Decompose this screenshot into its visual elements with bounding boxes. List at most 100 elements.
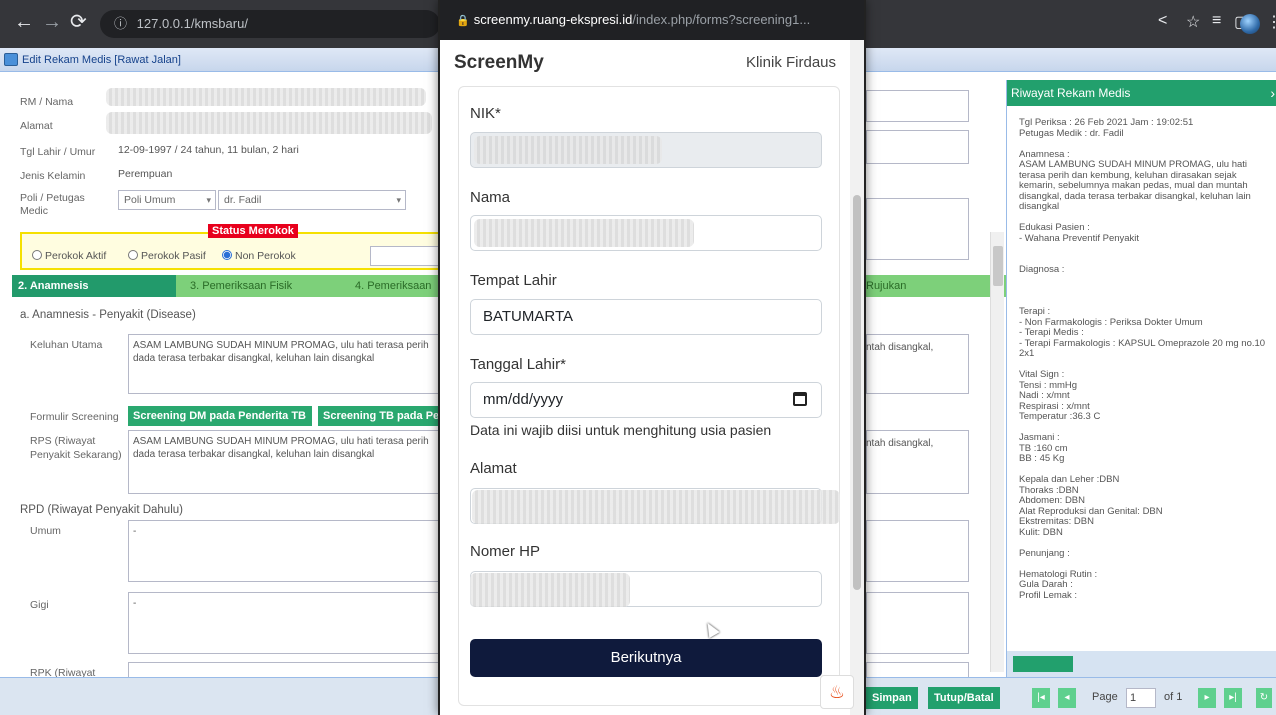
keluhan-textarea[interactable]: ASAM LAMBUNG SUDAH MINUM PROMAG, ulu hat… bbox=[128, 334, 440, 394]
gigi-textarea[interactable]: - bbox=[128, 592, 440, 654]
tab-pemeriksaan[interactable]: 4. Pemeriksaan bbox=[355, 275, 431, 297]
bookmark-star-icon[interactable]: ☆ bbox=[1186, 12, 1200, 32]
screening-dm-button[interactable]: Screening DM pada Penderita TB bbox=[128, 406, 312, 426]
umum-textarea[interactable]: - bbox=[128, 520, 440, 582]
refresh-icon[interactable]: ↻ bbox=[1256, 688, 1272, 708]
radio-perokok-pasif[interactable]: Perokok Pasif bbox=[128, 250, 206, 262]
popup-url-host: screenmy.ruang-ekspresi.id bbox=[473, 12, 633, 27]
info-icon: ⓘ bbox=[114, 16, 128, 31]
rpk-textarea-right[interactable] bbox=[866, 662, 969, 677]
address-url: 127.0.0.1/kmsbaru/ bbox=[136, 16, 248, 31]
gigi-label: Gigi bbox=[30, 599, 49, 611]
history-panel-header: Riwayat Rekam Medis › bbox=[1007, 80, 1276, 106]
window-title-text: Edit Rekam Medis [Rawat Jalan] bbox=[22, 54, 181, 66]
jk-label: Jenis Kelamin bbox=[20, 170, 86, 182]
page-label: Page bbox=[1092, 691, 1118, 703]
first-page-icon[interactable]: |◂ bbox=[1032, 688, 1050, 708]
radio-icon bbox=[128, 250, 138, 260]
umum-label: Umum bbox=[30, 525, 61, 537]
nik-label: NIK* bbox=[470, 105, 501, 122]
popup-scrollbar-thumb[interactable] bbox=[853, 195, 861, 590]
popup-url-path: /index.php/forms?screening1... bbox=[632, 12, 811, 27]
right-input-1[interactable] bbox=[866, 90, 969, 122]
reload-icon[interactable]: ⟳ bbox=[70, 12, 87, 32]
smoking-status-group: Status Merokok Perokok Aktif Perokok Pas… bbox=[20, 224, 440, 270]
form-tabs: 2. Anamnesis 3. Pemeriksaan Fisik 4. Pem… bbox=[12, 275, 440, 297]
tab-pemeriksaan-fisik[interactable]: 3. Pemeriksaan Fisik bbox=[190, 275, 292, 297]
clinic-name: Klinik Firdaus bbox=[745, 54, 836, 71]
alamat-label-popup: Alamat bbox=[470, 460, 517, 477]
flame-icon[interactable]: ♨ bbox=[820, 675, 854, 709]
history-panel-footer bbox=[1007, 651, 1276, 677]
nama-label: Nama bbox=[470, 189, 511, 206]
berikutnya-button[interactable]: Berikutnya bbox=[470, 639, 822, 677]
chevron-down-icon: ▾ bbox=[396, 195, 401, 205]
form-scrollbar[interactable] bbox=[990, 232, 1004, 672]
history-record-text: Tgl Periksa : 26 Feb 2021 Jam : 19:02:51… bbox=[1019, 117, 1266, 601]
simpan-button[interactable]: Simpan bbox=[866, 687, 918, 709]
profile-avatar-icon[interactable] bbox=[1240, 14, 1260, 34]
redacted-alamat-popup bbox=[472, 490, 840, 524]
calendar-icon[interactable] bbox=[793, 392, 807, 406]
petugas-select[interactable]: dr. Fadil ▾ bbox=[218, 190, 406, 210]
rps-textarea[interactable]: ASAM LAMBUNG SUDAH MINUM PROMAG, ulu hat… bbox=[128, 430, 440, 494]
redacted-nama bbox=[474, 219, 694, 247]
keluhan-label: Keluhan Utama bbox=[30, 339, 103, 351]
nomer-hp-label: Nomer HP bbox=[470, 543, 541, 560]
forward-icon[interactable]: → bbox=[42, 12, 62, 32]
right-input-2[interactable] bbox=[866, 130, 969, 164]
jk-value: Perempuan bbox=[118, 168, 173, 180]
last-page-icon[interactable]: ▸| bbox=[1224, 688, 1242, 708]
form-right-column: Rujukan ntah disangkal, ntah disangkal, bbox=[866, 72, 1006, 677]
next-page-icon[interactable]: ▸ bbox=[1198, 688, 1216, 708]
tab-anamnesis[interactable]: 2. Anamnesis bbox=[12, 275, 176, 297]
poli-label: Poli / Petugas Medic bbox=[20, 192, 85, 217]
history-panel: Riwayat Rekam Medis › Tgl Periksa : 26 F… bbox=[1006, 80, 1276, 677]
back-icon[interactable]: ← bbox=[14, 12, 34, 32]
tab-rujukan[interactable]: Rujukan bbox=[866, 275, 1006, 297]
collapse-icon[interactable]: › bbox=[1270, 80, 1275, 106]
umum-textarea-right[interactable] bbox=[866, 520, 969, 582]
keluhan-tail: ntah disangkal, bbox=[866, 342, 934, 353]
reading-list-icon[interactable]: ≡ bbox=[1212, 12, 1221, 30]
tanggal-lahir-input[interactable]: mm/dd/yyyy bbox=[470, 382, 822, 418]
tempat-lahir-input[interactable]: BATUMARTA bbox=[470, 299, 822, 335]
rps-label: RPS (Riwayat Penyakit Sekarang) bbox=[30, 435, 122, 461]
gigi-textarea-right[interactable] bbox=[866, 592, 969, 654]
screening-label: Formulir Screening bbox=[30, 411, 119, 423]
address-bar[interactable]: ⓘ 127.0.0.1/kmsbaru/ bbox=[100, 10, 440, 38]
tanggal-lahir-label: Tanggal Lahir* bbox=[470, 356, 566, 373]
rpk-textarea[interactable] bbox=[128, 662, 440, 677]
poli-select[interactable]: Poli Umum ▾ bbox=[118, 190, 216, 210]
patient-form: RM / Nama Alamat Tgl Lahir / Umur 12-09-… bbox=[0, 72, 440, 679]
scrollbar-thumb[interactable] bbox=[993, 246, 1003, 286]
rm-label: RM / Nama bbox=[20, 96, 74, 108]
menu-kebab-icon[interactable]: ⋮ bbox=[1266, 12, 1276, 32]
panel-footer-button[interactable] bbox=[1013, 656, 1073, 672]
anamnesis-section-title: a. Anamnesis - Penyakit (Disease) bbox=[20, 309, 196, 321]
share-icon[interactable]: < bbox=[1158, 12, 1167, 30]
page-input[interactable]: 1 bbox=[1126, 688, 1156, 708]
tempat-lahir-label: Tempat Lahir bbox=[470, 272, 557, 289]
brand-logo-text: ScreenMy bbox=[454, 52, 544, 73]
tgl-label: Tgl Lahir / Umur bbox=[20, 146, 96, 158]
redacted-rm-name bbox=[106, 88, 426, 106]
radio-perokok-aktif[interactable]: Perokok Aktif bbox=[32, 250, 106, 262]
tutup-batal-button[interactable]: Tutup/Batal bbox=[928, 687, 1000, 709]
poli-select-value: Poli Umum bbox=[124, 194, 176, 206]
redacted-nik bbox=[474, 136, 662, 164]
tgl-value: 12-09-1997 / 24 tahun, 11 bulan, 2 hari bbox=[118, 144, 299, 156]
popup-scrollbar[interactable] bbox=[850, 40, 864, 715]
radio-non-perokok[interactable]: Non Perokok bbox=[222, 250, 296, 262]
smoking-status-title: Status Merokok bbox=[208, 224, 298, 238]
lock-icon: 🔒 bbox=[456, 15, 470, 27]
redacted-alamat bbox=[106, 112, 432, 134]
rps-tail: ntah disangkal, bbox=[866, 438, 934, 449]
page-of-label: of 1 bbox=[1164, 691, 1183, 703]
right-input-3[interactable] bbox=[866, 198, 969, 260]
smoking-extra-input[interactable] bbox=[370, 246, 440, 266]
screening-tb-button[interactable]: Screening TB pada Pe bbox=[318, 406, 440, 426]
popup-address-bar[interactable]: 🔒 screenmy.ruang-ekspresi.id/index.php/fo… bbox=[440, 0, 864, 40]
prev-page-icon[interactable]: ◂ bbox=[1058, 688, 1076, 708]
petugas-select-value: dr. Fadil bbox=[224, 194, 262, 206]
